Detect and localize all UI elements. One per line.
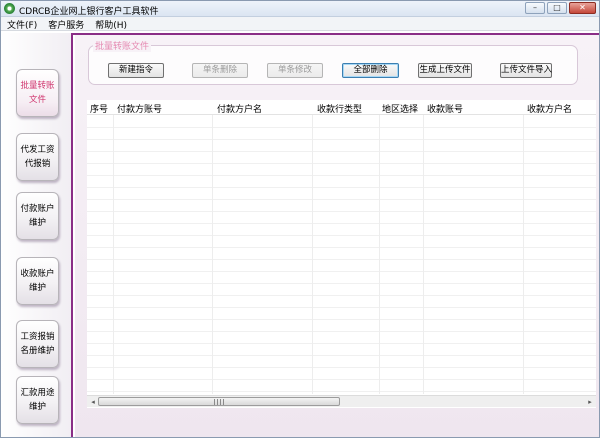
nav-payer-account-maintenance[interactable]: 付款账户 维护 — [16, 192, 59, 240]
transfer-table[interactable]: 序号 付款方账号 付款方户名 收款行类型 地区选择 收款账号 收款方户名 — [87, 100, 596, 408]
title-bar[interactable]: CDRCB企业网上银行客户工具软件 – □ ✕ — [1, 1, 599, 17]
app-logo-icon — [4, 3, 15, 14]
app-window: CDRCB企业网上银行客户工具软件 – □ ✕ 文件(F) 客户服务 帮助(H)… — [0, 0, 600, 438]
nav-label-line2: 维护 — [28, 218, 46, 228]
nav-label-line2: 名册维护 — [20, 346, 55, 356]
nav-label-line1: 工资报销 — [20, 332, 55, 342]
sidebar: 批量转账 文件 代发工资 代报销 付款账户 维护 收款账户 维护 工资报销 名册… — [1, 33, 73, 437]
delete-single-button[interactable]: 单条删除 — [192, 63, 248, 78]
nav-label-line1: 代发工资 — [20, 145, 55, 155]
column-divider — [312, 100, 313, 394]
nav-payroll-roster-maintenance[interactable]: 工资报销 名册维护 — [16, 320, 59, 368]
window-title: CDRCB企业网上银行客户工具软件 — [19, 7, 159, 17]
toolbar-group: 新建指令 单条删除 单条修改 全部删除 生成上传文件 上传文件导入 — [88, 45, 578, 85]
column-header-payee-name[interactable]: 收款方户名 — [527, 102, 572, 115]
menu-customer-service[interactable]: 客户服务 — [42, 17, 89, 31]
new-instruction-button[interactable]: 新建指令 — [108, 63, 164, 78]
close-button[interactable]: ✕ — [569, 2, 596, 14]
nav-batch-transfer-file[interactable]: 批量转账 文件 — [16, 69, 59, 117]
nav-payroll-reimbursement[interactable]: 代发工资 代报销 — [16, 133, 59, 181]
column-divider — [379, 100, 380, 394]
column-header-payer-account[interactable]: 付款方账号 — [117, 102, 162, 115]
nav-label-line1: 收款账户 — [20, 269, 55, 279]
scroll-left-icon[interactable]: ◂ — [88, 397, 98, 407]
nav-label-line1: 汇款用途 — [20, 388, 55, 398]
column-divider — [423, 100, 424, 394]
nav-label-line2: 代报销 — [24, 159, 51, 169]
menu-bar: 文件(F) 客户服务 帮助(H) — [1, 17, 599, 31]
column-header-payee-bank-type[interactable]: 收款行类型 — [317, 102, 362, 115]
menu-help[interactable]: 帮助(H) — [89, 17, 132, 31]
column-header-seq[interactable]: 序号 — [90, 102, 108, 115]
scrollbar-thumb[interactable] — [98, 397, 340, 406]
column-divider — [212, 100, 213, 394]
table-header: 序号 付款方账号 付款方户名 收款行类型 地区选择 收款账号 收款方户名 — [87, 100, 596, 115]
menu-file[interactable]: 文件(F) — [1, 17, 42, 31]
import-upload-file-button[interactable]: 上传文件导入 — [500, 63, 552, 78]
grip-icon — [214, 399, 224, 405]
column-divider — [523, 100, 524, 394]
column-divider — [113, 100, 114, 394]
window-controls: – □ ✕ — [525, 2, 596, 14]
nav-label-line1: 付款账户 — [20, 204, 55, 214]
column-header-payee-account[interactable]: 收款账号 — [427, 102, 463, 115]
nav-payee-account-maintenance[interactable]: 收款账户 维护 — [16, 257, 59, 305]
nav-label-line2: 文件 — [28, 95, 46, 105]
column-header-payer-name[interactable]: 付款方户名 — [217, 102, 262, 115]
minimize-button[interactable]: – — [525, 2, 545, 14]
nav-label-line2: 维护 — [28, 283, 46, 293]
table-body[interactable] — [87, 116, 596, 394]
edit-single-button[interactable]: 单条修改 — [267, 63, 323, 78]
scroll-right-icon[interactable]: ▸ — [585, 397, 595, 407]
horizontal-scrollbar[interactable]: ◂ ▸ — [87, 395, 596, 407]
nav-remittance-purpose-maintenance[interactable]: 汇款用途 维护 — [16, 376, 59, 424]
delete-all-button[interactable]: 全部删除 — [342, 63, 399, 78]
nav-label-line2: 维护 — [28, 402, 46, 412]
column-header-region[interactable]: 地区选择 — [382, 102, 418, 115]
generate-upload-file-button[interactable]: 生成上传文件 — [418, 63, 472, 78]
nav-label-line1: 批量转账 — [20, 81, 55, 91]
panel-title: 批量转账文件 — [93, 39, 152, 52]
maximize-button[interactable]: □ — [547, 2, 567, 14]
